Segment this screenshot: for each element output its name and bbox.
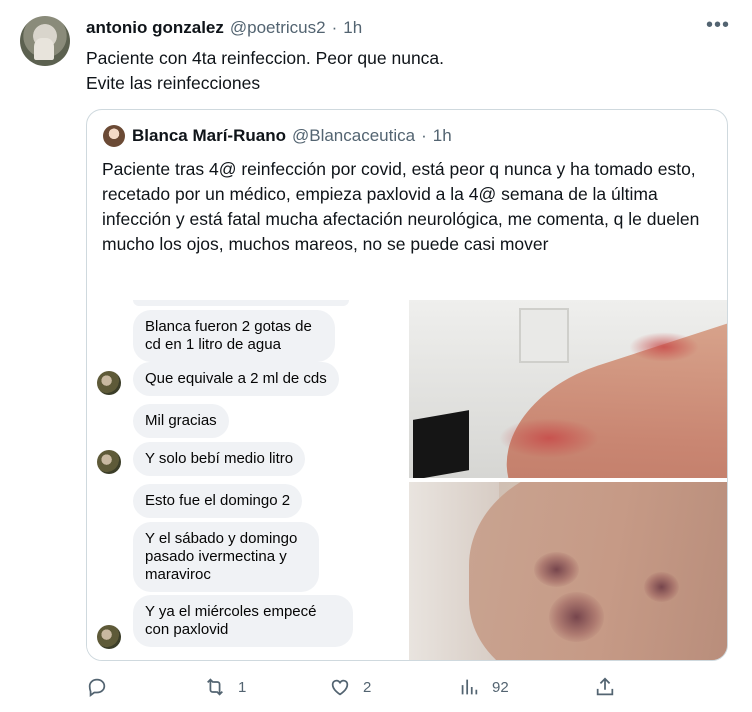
quoted-timestamp: 1h [432, 126, 452, 145]
photo-bruise [549, 592, 604, 642]
like-count: 2 [363, 678, 372, 696]
chat-bubble: Y solo bebí medio litro [133, 442, 306, 476]
leg-photo-image[interactable] [409, 482, 727, 660]
author-handle[interactable]: @poetricus2 [230, 18, 326, 38]
chat-bubble: Mil gracias [133, 404, 229, 438]
tweet-text-line: Paciente con 4ta reinfeccion. Peor que n… [86, 48, 445, 68]
separator: · [421, 126, 427, 145]
retweet-button[interactable]: 1 [204, 676, 246, 698]
views-icon [461, 679, 478, 695]
chat-bubble-cut [133, 300, 349, 306]
quoted-header: Blanca Marí-Ruano @Blancaceutica · 1h [132, 126, 452, 146]
photo-redness [499, 418, 599, 458]
action-bar: 1 2 92 [86, 676, 626, 704]
quoted-avatar [103, 125, 125, 147]
arm-photo-image[interactable] [409, 300, 727, 478]
chat-bubble: Blanca fueron 2 gotas de cd en 1 litro d… [133, 310, 335, 362]
tweet[interactable]: antonio gonzalez @poetricus2 · 1h ••• Pa… [0, 0, 752, 712]
chat-avatar [97, 450, 121, 474]
photo-bruise [534, 552, 579, 587]
timestamp[interactable]: 1h [343, 18, 362, 38]
share-icon [596, 677, 614, 696]
quoted-author-name: Blanca Marí-Ruano [132, 126, 286, 145]
chat-bubble: Esto fue el domingo 2 [133, 484, 303, 518]
photo-window [519, 308, 569, 363]
reply-icon [88, 678, 106, 697]
heart-icon [331, 679, 349, 696]
more-options-icon[interactable]: ••• [706, 14, 730, 37]
chat-bubble: Que equivale a 2 ml de cds [133, 362, 339, 396]
chat-bubble: Y ya el miércoles empecé con paxlovid [133, 595, 353, 647]
photo-redness [629, 332, 699, 362]
tweet-header: antonio gonzalez @poetricus2 · 1h [86, 18, 362, 38]
quoted-author-handle: @Blancaceutica [291, 126, 416, 145]
photo-screen [413, 410, 469, 478]
retweet-count: 1 [238, 678, 247, 696]
photo-leg [469, 482, 727, 660]
like-button[interactable]: 2 [329, 676, 371, 698]
quoted-text: Paciente tras 4@ reinfección por covid, … [102, 159, 700, 254]
retweet-icon [207, 678, 223, 696]
tweet-text: Paciente con 4ta reinfeccion. Peor que n… [86, 46, 444, 96]
views-count: 92 [492, 678, 509, 696]
photo-bruise [644, 572, 679, 602]
views-button[interactable]: 92 [458, 676, 509, 698]
quoted-tweet[interactable]: Blanca Marí-Ruano @Blancaceutica · 1h Pa… [86, 109, 728, 661]
author-name[interactable]: antonio gonzalez [86, 18, 224, 38]
share-button[interactable] [594, 676, 616, 698]
chat-bubble: Y el sábado y domingo pasado ivermectina… [133, 522, 319, 592]
reply-button[interactable] [86, 676, 108, 698]
chat-avatar [97, 625, 121, 649]
chat-screenshot-image[interactable]: Blanca fueron 2 gotas de cd en 1 litro d… [87, 300, 409, 660]
chat-avatar [97, 371, 121, 395]
separator: · [331, 18, 338, 37]
tweet-text-line: Evite las reinfecciones [86, 73, 261, 93]
avatar[interactable] [20, 16, 70, 66]
